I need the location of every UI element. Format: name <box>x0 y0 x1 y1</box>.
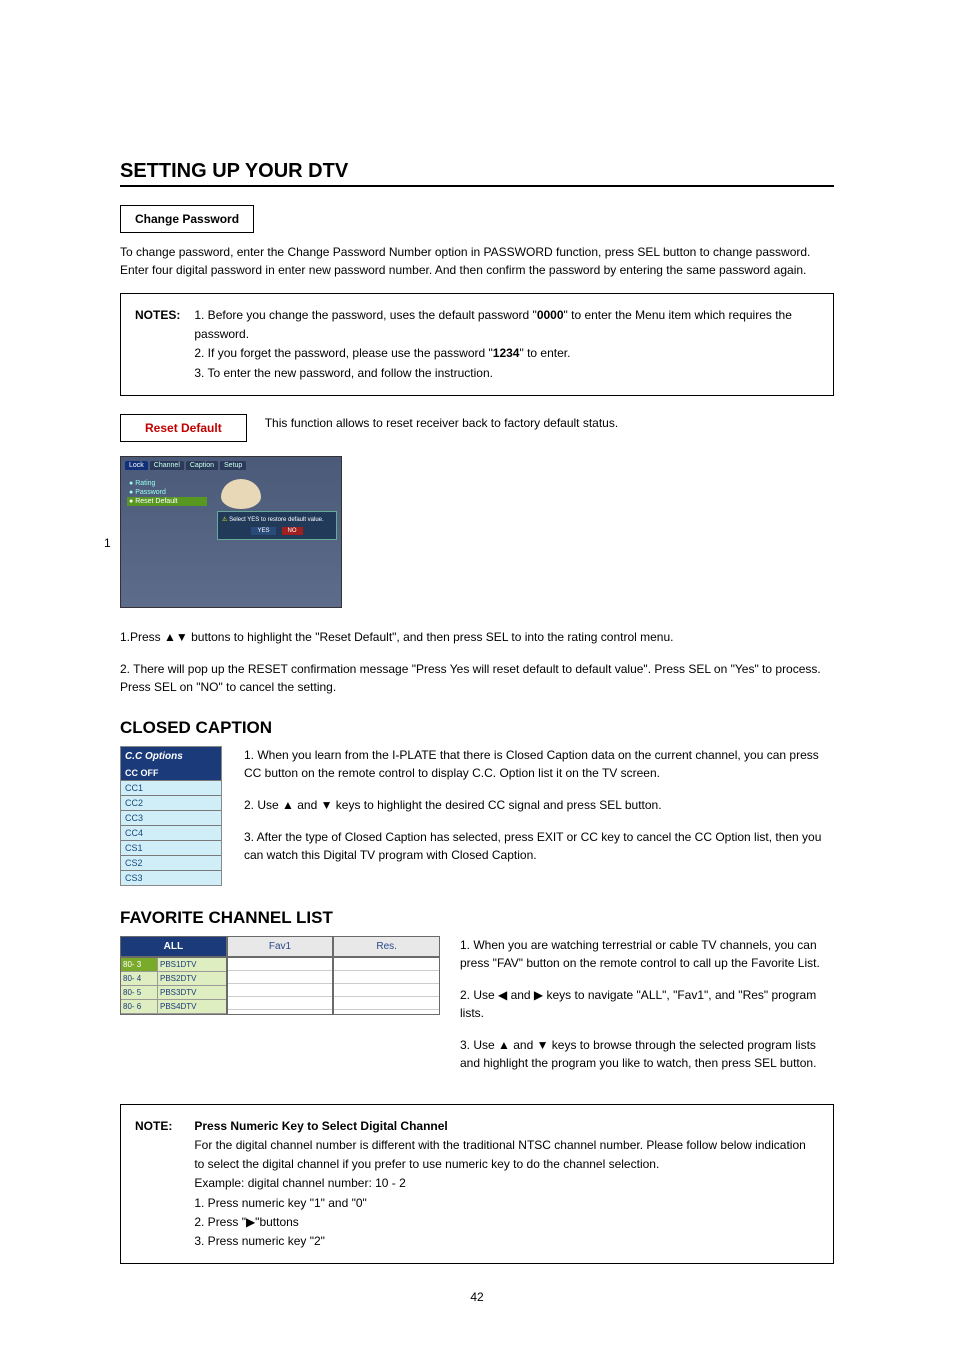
closed-caption-heading: CLOSED CAPTION <box>120 718 834 738</box>
fav-step-2: 2. Use ◀ and ▶ keys to navigate "ALL", "… <box>460 986 834 1022</box>
screenshot-dialog: ⚠ Select YES to restore default value. Y… <box>217 511 337 540</box>
change-password-body: To change password, enter the Change Pas… <box>120 243 834 279</box>
cc-step-3: 3. After the type of Closed Caption has … <box>244 828 834 864</box>
fav-col-res <box>333 957 440 1015</box>
reset-step-2: 2. There will pop up the RESET confirmat… <box>120 660 834 696</box>
cc-item-cc3: CC3 <box>121 811 221 826</box>
note-3: 3. To enter the new password, and follow… <box>194 366 493 380</box>
favorite-table: ALL Fav1 Res. 80- 3PBS1DTV 80- 4PBS2DTV … <box>120 936 440 1015</box>
side-number: 1 <box>104 536 111 550</box>
screenshot-tab-lock: Lock <box>125 461 148 470</box>
fav-step-3: 3. Use ▲ and ▼ keys to browse through th… <box>460 1036 834 1072</box>
reset-screenshot: Lock Channel Caption Setup ● Rating ● Pa… <box>120 456 342 608</box>
note2-title: Press Numeric Key to Select Digital Chan… <box>194 1119 447 1133</box>
fav-tab-fav1: Fav1 <box>227 936 334 957</box>
fav-row: 80- 4PBS2DTV <box>121 972 226 986</box>
reset-desc: This function allows to reset receiver b… <box>265 414 619 432</box>
screenshot-dialog-text: Select YES to restore default value. <box>229 517 324 523</box>
note-1: 1. Before you change the password, uses … <box>194 308 792 341</box>
warning-icon: ⚠ <box>222 517 227 523</box>
screenshot-tab-caption: Caption <box>186 461 218 470</box>
note2-line-5: 3. Press numeric key "2" <box>194 1234 325 1248</box>
screenshot-tab-setup: Setup <box>220 461 246 470</box>
page-title: SETTING UP YOUR DTV <box>120 160 834 187</box>
note2-box: NOTE: Press Numeric Key to Select Digita… <box>120 1104 834 1264</box>
note2-line-2: Example: digital channel number: 10 - 2 <box>194 1176 405 1190</box>
screenshot-no-button: NO <box>282 527 303 535</box>
cc-item-cs3: CS3 <box>121 871 221 885</box>
cc-item-off: CC OFF <box>121 766 221 781</box>
screenshot-yes-button: YES <box>251 527 275 535</box>
notes-body: 1. Before you change the password, uses … <box>194 306 816 383</box>
note2-label: NOTE: <box>135 1117 191 1136</box>
fav-tab-res: Res. <box>333 936 440 957</box>
fav-step-1: 1. When you are watching terrestrial or … <box>460 936 834 972</box>
cc-item-cs2: CS2 <box>121 856 221 871</box>
screenshot-side-password: ● Password <box>127 488 207 497</box>
fav-row: 80- 3PBS1DTV <box>121 958 226 972</box>
fav-row: 80- 6PBS4DTV <box>121 1000 226 1014</box>
cc-options-panel: C.C Options CC OFF CC1 CC2 CC3 CC4 CS1 C… <box>120 746 222 886</box>
cc-item-cc2: CC2 <box>121 796 221 811</box>
note2-line-4: 2. Press "▶"buttons <box>194 1215 298 1229</box>
reset-default-heading: Reset Default <box>120 414 247 442</box>
change-password-heading: Change Password <box>120 205 254 233</box>
screenshot-side-reset: ● Reset Default <box>127 497 207 506</box>
reset-step-1: 1.Press ▲▼ buttons to highlight the "Res… <box>120 628 834 646</box>
notes-box: NOTES: 1. Before you change the password… <box>120 293 834 396</box>
note2-line-3: 1. Press numeric key "1" and "0" <box>194 1196 366 1210</box>
fav-tab-all: ALL <box>120 936 227 957</box>
note2-line-1: For the digital channel number is differ… <box>194 1138 805 1171</box>
fav-col-fav1 <box>227 957 334 1015</box>
cc-item-cs1: CS1 <box>121 841 221 856</box>
fav-col-all: 80- 3PBS1DTV 80- 4PBS2DTV 80- 5PBS3DTV 8… <box>120 957 227 1015</box>
cc-item-cc4: CC4 <box>121 826 221 841</box>
fav-row: 80- 5PBS3DTV <box>121 986 226 1000</box>
cc-panel-head: C.C Options <box>121 747 221 766</box>
cc-item-cc1: CC1 <box>121 781 221 796</box>
screenshot-side-rating: ● Rating <box>127 479 207 488</box>
notes-label: NOTES: <box>135 306 191 325</box>
screenshot-mascot <box>221 479 261 509</box>
favorite-heading: FAVORITE CHANNEL LIST <box>120 908 834 928</box>
cc-step-2: 2. Use ▲ and ▼ keys to highlight the des… <box>244 796 834 814</box>
screenshot-tab-channel: Channel <box>150 461 184 470</box>
cc-step-1: 1. When you learn from the I-PLATE that … <box>244 746 834 782</box>
note-2: 2. If you forget the password, please us… <box>194 346 570 360</box>
page-number: 42 <box>120 1290 834 1304</box>
